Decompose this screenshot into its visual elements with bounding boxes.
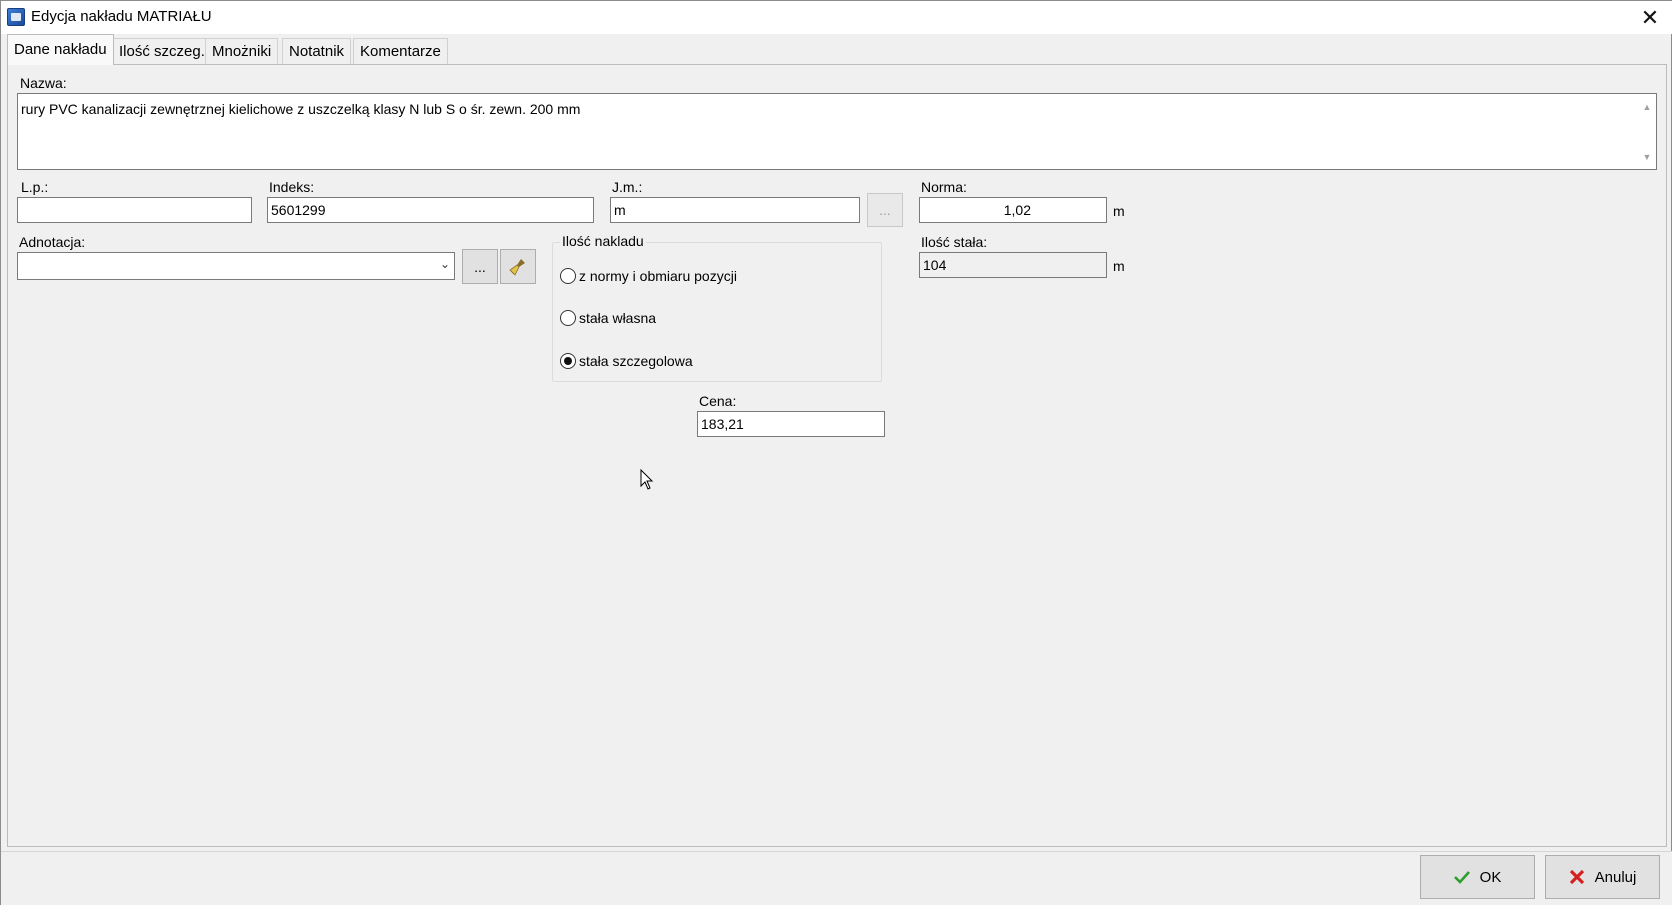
- jm-label: J.m.:: [612, 179, 643, 195]
- radio-stala-szczegolowa[interactable]: stała szczegolowa: [560, 353, 693, 369]
- app-icon: [7, 8, 25, 26]
- lp-input[interactable]: [17, 197, 252, 223]
- close-button[interactable]: ✕: [1627, 1, 1672, 34]
- broom-icon: [509, 258, 525, 276]
- adnotacja-combobox[interactable]: ⌄: [17, 252, 455, 280]
- radio-stala-wlasna-label: stała własna: [579, 310, 657, 326]
- name-scrollbar[interactable]: ▲ ▼: [1639, 94, 1656, 169]
- close-icon: ✕: [1640, 4, 1660, 30]
- norma-input[interactable]: 1,02: [919, 197, 1107, 223]
- cena-input[interactable]: 183,21: [697, 411, 885, 437]
- cancel-label: Anuluj: [1594, 868, 1637, 886]
- scroll-up-icon[interactable]: ▲: [1642, 102, 1652, 112]
- jm-input[interactable]: m: [610, 197, 860, 223]
- radio-stala-szczegolowa-circle[interactable]: [560, 353, 576, 369]
- name-textarea[interactable]: rury PVC kanalizacji zewnętrznej kielich…: [17, 93, 1657, 170]
- name-value: rury PVC kanalizacji zewnętrznej kielich…: [21, 101, 581, 117]
- index-input[interactable]: 5601299: [267, 197, 594, 223]
- radio-z-normy[interactable]: z normy i obmiaru pozycji: [560, 268, 737, 284]
- ilosc-stala-label: Ilość stała:: [921, 234, 988, 250]
- tab-mnozniki[interactable]: Mnożniki: [205, 38, 279, 64]
- radio-stala-wlasna-circle[interactable]: [560, 310, 576, 326]
- radio-z-normy-label: z normy i obmiaru pozycji: [579, 268, 737, 284]
- ilosc-stala-input[interactable]: 104: [919, 252, 1107, 278]
- adnotacja-browse-button[interactable]: ...: [462, 249, 498, 284]
- radio-stala-szczegolowa-label: stała szczegolowa: [579, 353, 693, 369]
- radio-stala-wlasna[interactable]: stała własna: [560, 310, 656, 326]
- ilosc-stala-unit: m: [1113, 258, 1125, 274]
- tab-notatnik[interactable]: Notatnik: [282, 38, 352, 64]
- tab-komentarze[interactable]: Komentarze: [353, 38, 448, 64]
- mouse-cursor-icon: [640, 469, 654, 490]
- index-label: Indeks:: [269, 179, 315, 195]
- cancel-button[interactable]: Anuluj: [1545, 855, 1660, 899]
- ok-label: OK: [1479, 868, 1502, 886]
- tab-panel: [7, 64, 1667, 847]
- cena-label: Cena:: [699, 393, 737, 409]
- window-title: Edycja nakładu MATRIAŁU: [31, 8, 212, 25]
- norma-unit: m: [1113, 203, 1125, 219]
- name-label: Nazwa:: [20, 75, 67, 91]
- ok-button[interactable]: OK: [1420, 855, 1535, 899]
- dialog-window: Edycja nakładu MATRIAŁU ✕ Dane nakładu I…: [0, 0, 1672, 905]
- scroll-down-icon[interactable]: ▼: [1642, 152, 1652, 162]
- adnotacja-label: Adnotacja:: [19, 234, 86, 250]
- radio-z-normy-circle[interactable]: [560, 268, 576, 284]
- norma-label: Norma:: [921, 179, 967, 195]
- lp-label: L.p.:: [21, 179, 49, 195]
- x-icon: [1569, 869, 1584, 885]
- chevron-down-icon[interactable]: ⌄: [440, 257, 450, 271]
- tab-ilosc-szczeg[interactable]: Ilość szczeg.: [112, 38, 212, 64]
- clear-button[interactable]: [500, 249, 536, 284]
- tab-dane-nakladu[interactable]: Dane nakładu: [7, 34, 114, 65]
- checkmark-icon: [1453, 871, 1470, 884]
- title-bar: Edycja nakładu MATRIAŁU ✕: [1, 1, 1672, 34]
- ilosc-nakladu-title: Ilość nakladu: [560, 233, 646, 249]
- jm-browse-button[interactable]: ...: [867, 193, 903, 227]
